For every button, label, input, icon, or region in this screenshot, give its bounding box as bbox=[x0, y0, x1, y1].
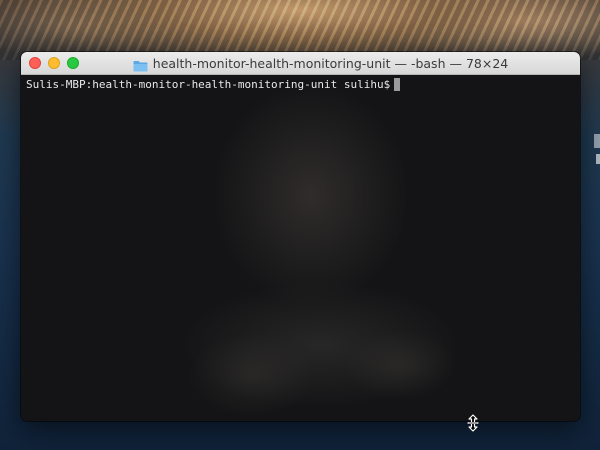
folder-icon bbox=[133, 57, 148, 72]
title-area: health-monitor-health-monitoring-unit — … bbox=[21, 52, 580, 74]
desktop-widget bbox=[590, 130, 600, 170]
terminal-content[interactable]: Sulis-MBP:health-monitor-health-monitori… bbox=[21, 75, 580, 421]
shell-prompt: Sulis-MBP:health-monitor-health-monitori… bbox=[26, 78, 391, 91]
prompt-line: Sulis-MBP:health-monitor-health-monitori… bbox=[26, 77, 575, 92]
text-cursor bbox=[394, 78, 401, 91]
title-bar[interactable]: health-monitor-health-monitoring-unit — … bbox=[21, 52, 580, 75]
terminal-window[interactable]: health-monitor-health-monitoring-unit — … bbox=[21, 52, 580, 421]
vertical-resize-cursor-icon bbox=[466, 414, 480, 432]
wallpaper-rocks bbox=[0, 0, 600, 60]
window-title: health-monitor-health-monitoring-unit — … bbox=[152, 55, 509, 71]
desktop: health-monitor-health-monitoring-unit — … bbox=[0, 0, 600, 450]
